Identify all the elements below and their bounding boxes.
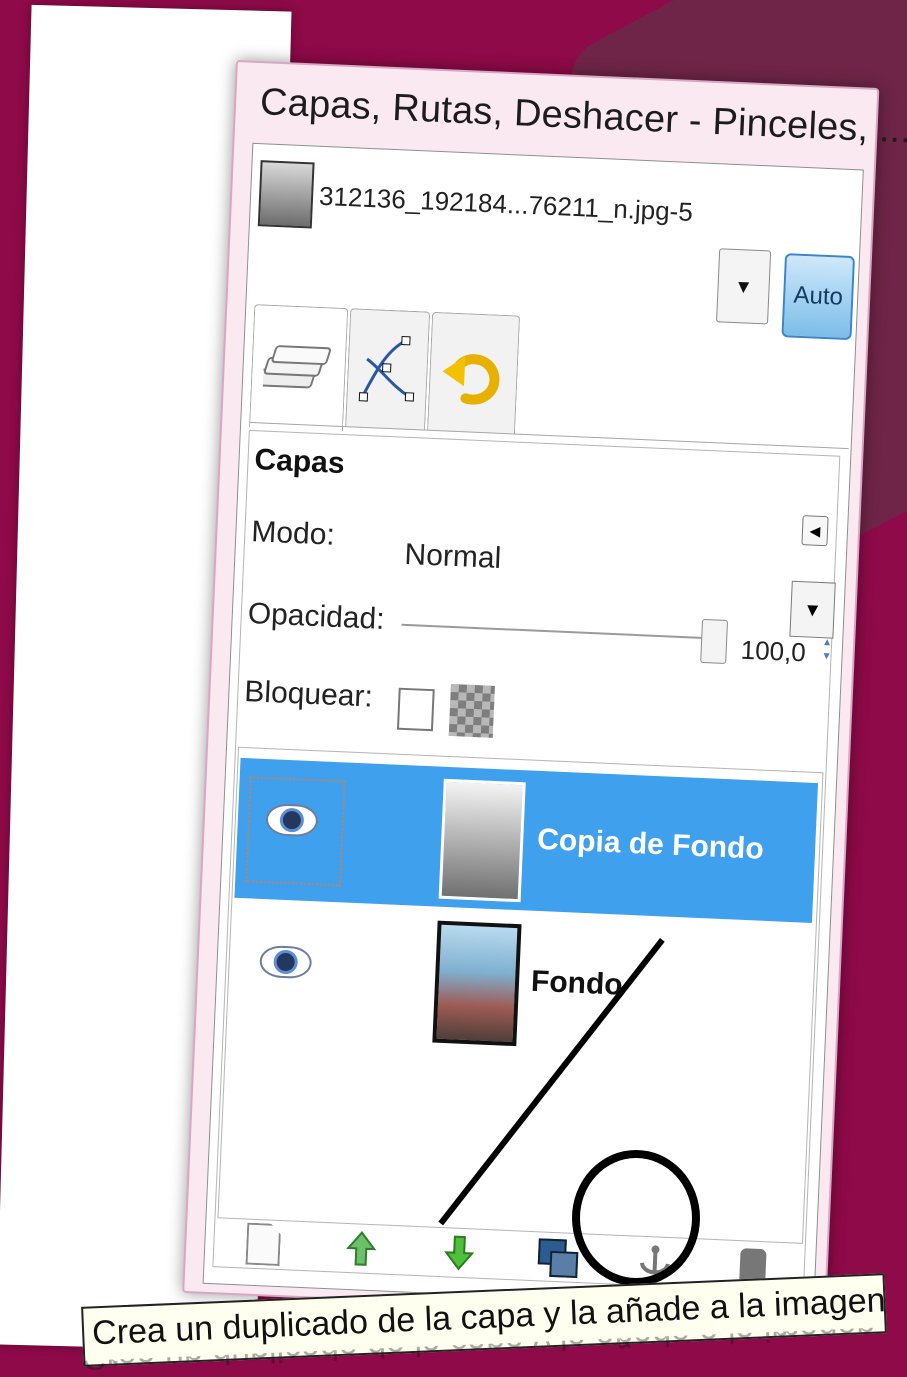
opacity-label: Opacidad: [247,597,386,636]
triangle-left-icon: ◀ [809,521,821,539]
raise-layer-icon [346,1231,377,1266]
duplicate-layer-button[interactable] [536,1236,579,1279]
opacity-value[interactable]: 100,0 [740,635,806,669]
dock-window: Capas, Rutas, Deshacer - Pinceles, ... x… [182,60,907,1321]
tab-paths[interactable] [345,308,431,431]
layers-panel: Capas ◀ Modo: Normal ▾ Opacidad: 100,0 ▴… [212,429,841,1293]
image-name: 312136_192184...76211_n.jpg-5 [318,180,694,228]
duplicate-layer-icon-front [549,1250,579,1279]
lock-alpha-icon[interactable] [448,683,495,738]
eye-icon[interactable] [259,944,313,980]
image-dropdown-button[interactable]: ▾ [716,248,772,325]
layer-list: Copia de Fondo Fondo [217,746,824,1244]
spin-down-icon: ▾ [823,648,830,663]
eye-pupil [273,949,299,975]
opacity-slider-handle[interactable] [700,618,729,664]
mode-label: Modo: [250,515,336,552]
lower-layer-button[interactable] [438,1232,480,1274]
image-selector: 312136_192184...76211_n.jpg-5 ▾ Auto [255,150,857,341]
tab-undo[interactable] [427,311,521,435]
undo-icon [442,354,500,405]
layer-name[interactable]: Fondo [530,965,623,1003]
layer-thumbnail [438,778,526,903]
mode-value[interactable]: Normal [404,538,502,576]
eye-pupil [279,807,305,833]
opacity-spinner[interactable]: ▴ ▾ [820,634,834,670]
raise-layer-button[interactable] [340,1228,382,1270]
paths-icon [358,335,415,402]
spin-up-icon: ▴ [823,634,831,649]
lower-layer-icon [444,1235,475,1271]
lock-pixels-checkbox[interactable] [396,687,435,732]
image-thumbnail [257,160,315,229]
lock-label: Bloquear: [243,674,374,714]
dock-tabs [249,304,854,450]
new-layer-icon [245,1223,281,1266]
annotation-circle [572,1150,700,1286]
chevron-down-icon: ▾ [737,273,750,299]
window-title: Capas, Rutas, Deshacer - Pinceles, ... [259,81,907,152]
layer-row-copia-de-fondo[interactable]: Copia de Fondo [234,757,819,923]
layer-thumbnail [432,920,522,1047]
chevron-down-icon: ▾ [806,596,819,622]
dialog-stage: Capas, Rutas, Deshacer - Pinceles, ... x… [182,60,907,1328]
layers-icon [262,345,332,389]
opacity-slider-track[interactable] [401,623,702,639]
eye-icon[interactable] [265,803,319,838]
layer-name[interactable]: Copia de Fondo [537,823,765,867]
duplicate-layer-icon [537,1238,579,1279]
panel-title: Capas [253,443,346,481]
layer-row-fondo[interactable]: Fondo [228,900,812,1065]
new-layer-button[interactable] [243,1223,285,1265]
panel-menu-button[interactable]: ◀ [801,515,829,547]
tab-layers[interactable] [249,304,349,432]
mode-dropdown-button[interactable]: ▾ [789,580,836,639]
dock-content: 312136_192184...76211_n.jpg-5 ▾ Auto Cap… [202,142,864,1311]
